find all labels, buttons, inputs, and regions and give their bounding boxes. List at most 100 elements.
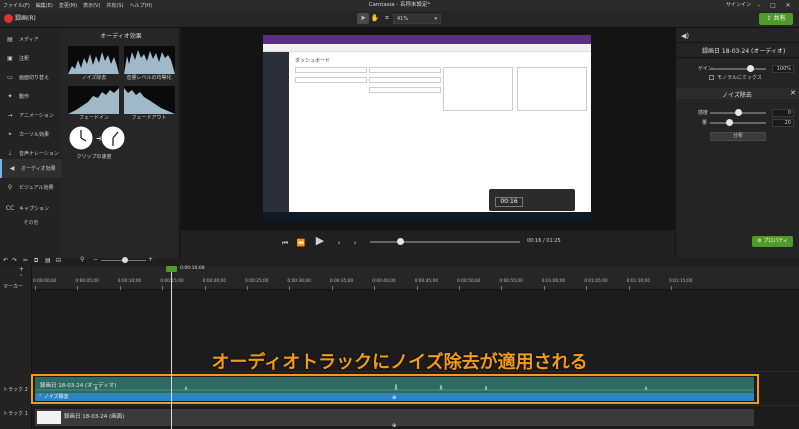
amount-slider-handle[interactable] — [726, 119, 734, 126]
ruler-tick-label: 0:01:00;00 — [541, 279, 566, 284]
zoom-in-icon[interactable]: + — [148, 256, 153, 263]
timeline-zoom-handle[interactable] — [122, 257, 128, 263]
minimize-icon[interactable]: – — [752, 0, 766, 11]
sensitivity-slider-handle[interactable] — [734, 109, 742, 116]
clip-title: 録画日 18-03-24 (オーディオ) — [702, 48, 786, 55]
frame-back-icon[interactable]: ⏪ — [295, 237, 307, 249]
annotation-icon: ▣ — [7, 55, 13, 62]
chevron-down-icon: ▾ — [434, 16, 437, 22]
next-marker-icon[interactable]: › — [349, 237, 361, 249]
amount-label: 量 — [702, 120, 708, 126]
step-back-icon[interactable]: ⏮ — [279, 237, 291, 249]
signin-button[interactable]: サインイン — [726, 0, 751, 11]
prev-marker-icon[interactable]: ‹ — [333, 237, 345, 249]
timeline-ruler[interactable] — [32, 266, 799, 290]
screen-clip-name: 録画日 18-03-24 (画面) — [64, 414, 125, 420]
record-icon[interactable] — [4, 14, 13, 23]
track-2-label: トラック 2 — [3, 387, 28, 393]
film-icon: ▤ — [7, 36, 13, 43]
add-track-icon[interactable]: + — [19, 266, 24, 273]
remove-effect-icon[interactable]: ✕ — [790, 89, 796, 97]
mono-checkbox[interactable] — [709, 75, 714, 80]
sidebar-item-label: 音声ナレーション — [19, 151, 59, 157]
behavior-icon: ✦ — [7, 93, 13, 100]
ruler-tick-label: 0:00:05;00 — [75, 279, 99, 284]
sidebar-item-visual-effects[interactable]: ⚲ ビジュアル効果 — [0, 178, 62, 197]
divider — [676, 57, 799, 58]
zoom-select[interactable]: 41% ▾ — [393, 14, 441, 24]
share-button[interactable]: ⇪ 共有 — [759, 13, 793, 25]
ruler-tick-label: 0:00:20;00 — [202, 279, 227, 284]
ruler-tick-label: 0:00:45;00 — [414, 279, 439, 284]
sidebar-item-media[interactable]: ▤ メディア — [0, 30, 62, 49]
noise-removal-thumb[interactable] — [68, 46, 119, 74]
analyze-button[interactable]: 分析 — [710, 132, 766, 141]
maximize-icon[interactable]: □ — [766, 0, 780, 11]
playhead-handle[interactable] — [166, 266, 177, 272]
sidebar-item-behaviors[interactable]: ✦ 動作 — [0, 87, 62, 106]
sidebar-item-cursor-effects[interactable]: ⌖ カーソル効果 — [0, 125, 62, 144]
split-icon[interactable]: ⊟ — [56, 257, 61, 264]
redo-icon[interactable]: ↷ — [12, 257, 17, 264]
amount-slider[interactable] — [710, 122, 766, 124]
scrubber-track[interactable] — [370, 241, 520, 243]
callout-text: オーディオトラックにノイズ除去が適用される — [211, 352, 588, 373]
cc-icon: CC — [5, 205, 15, 212]
sidebar-item-label: 注釈 — [19, 56, 30, 62]
sidebar-item-animations[interactable]: → アニメーション — [0, 106, 62, 125]
copy-icon[interactable]: ⧉ — [34, 257, 38, 265]
close-icon[interactable]: ✕ — [781, 0, 795, 11]
animation-icon: → — [7, 112, 13, 119]
effect-noise-removal[interactable]: ノイズ除去 — [66, 74, 122, 81]
track-1-label: トラック 1 — [3, 411, 28, 417]
sensitivity-value[interactable]: 0 — [772, 109, 794, 117]
sidebar-item-annotations[interactable]: ▣ 注釈 — [0, 49, 62, 68]
gain-slider[interactable] — [710, 68, 766, 70]
playback-bar — [181, 230, 675, 258]
effect-clip-speed[interactable]: クリップの速度 — [66, 153, 122, 160]
cursor-icon: ⌖ — [8, 130, 12, 138]
collapse-icon[interactable]: ⌃ — [19, 274, 23, 280]
ruler-tick-label: 0:00:40;00 — [372, 279, 396, 284]
effect-volume-leveling[interactable]: 音量レベルの均等化 — [121, 74, 177, 81]
clip-speed-thumb[interactable]: ➜ — [68, 125, 126, 151]
sidebar-more[interactable]: その他 — [0, 219, 62, 229]
pan-tool-icon[interactable]: ✋ — [369, 13, 381, 24]
properties-button[interactable]: ⚙ プロパティ — [752, 236, 793, 247]
effect-fade-in[interactable]: フェードイン — [66, 114, 122, 121]
speaker-icon: ◀ — [9, 165, 15, 172]
audio-tab-icon[interactable]: ◀) — [681, 32, 689, 40]
sidebar-item-captions[interactable]: CC キャプション — [0, 199, 62, 218]
effect-thumbnails: ➜ — [68, 46, 175, 151]
effect-fade-out[interactable]: フェードアウト — [121, 114, 177, 121]
window-title: Camtasia - 名称未設定* — [368, 2, 431, 8]
clip-drag-handle-icon[interactable]: ⊕ — [392, 423, 396, 429]
amount-value[interactable]: 20 — [772, 119, 794, 127]
sidebar-item-audio-effects[interactable]: ◀ オーディオ効果 — [0, 159, 62, 178]
highlight-box — [31, 374, 759, 404]
fade-in-thumb[interactable] — [68, 86, 119, 114]
zoom-out-icon[interactable]: − — [93, 256, 98, 263]
volume-leveling-thumb[interactable] — [124, 46, 175, 74]
gain-value[interactable]: 100% — [772, 65, 794, 73]
select-tool-icon[interactable]: ➤ — [357, 13, 369, 24]
ruler-tick-label: 0:00:55;00 — [499, 279, 523, 284]
ruler-tick-label: 0:00:25;00 — [245, 279, 269, 284]
zoom-icon[interactable]: ⚲ — [80, 256, 84, 263]
undo-icon[interactable]: ↶ — [3, 257, 8, 264]
cut-icon[interactable]: ✂ — [23, 257, 28, 264]
record-button[interactable]: 録画(R) — [15, 14, 36, 24]
crop-tool-icon[interactable]: ⌗ — [381, 13, 393, 24]
ruler-tick-label: 0:00:50;00 — [457, 279, 481, 284]
preview-canvas[interactable]: ダッシュボード 00:16 — [263, 35, 591, 222]
admin-sidebar — [263, 52, 289, 212]
scrubber-handle[interactable] — [397, 238, 404, 245]
play-icon[interactable]: ▶ — [312, 233, 328, 249]
browser-addressbar — [263, 44, 591, 52]
canvas-box — [443, 67, 513, 111]
paste-icon[interactable]: ▤ — [45, 257, 51, 264]
sidebar-item-transitions[interactable]: ▭ 画面切り替え — [0, 68, 62, 87]
canvas-select — [369, 87, 441, 93]
fade-out-thumb[interactable] — [124, 86, 175, 114]
gain-slider-handle[interactable] — [746, 65, 754, 72]
